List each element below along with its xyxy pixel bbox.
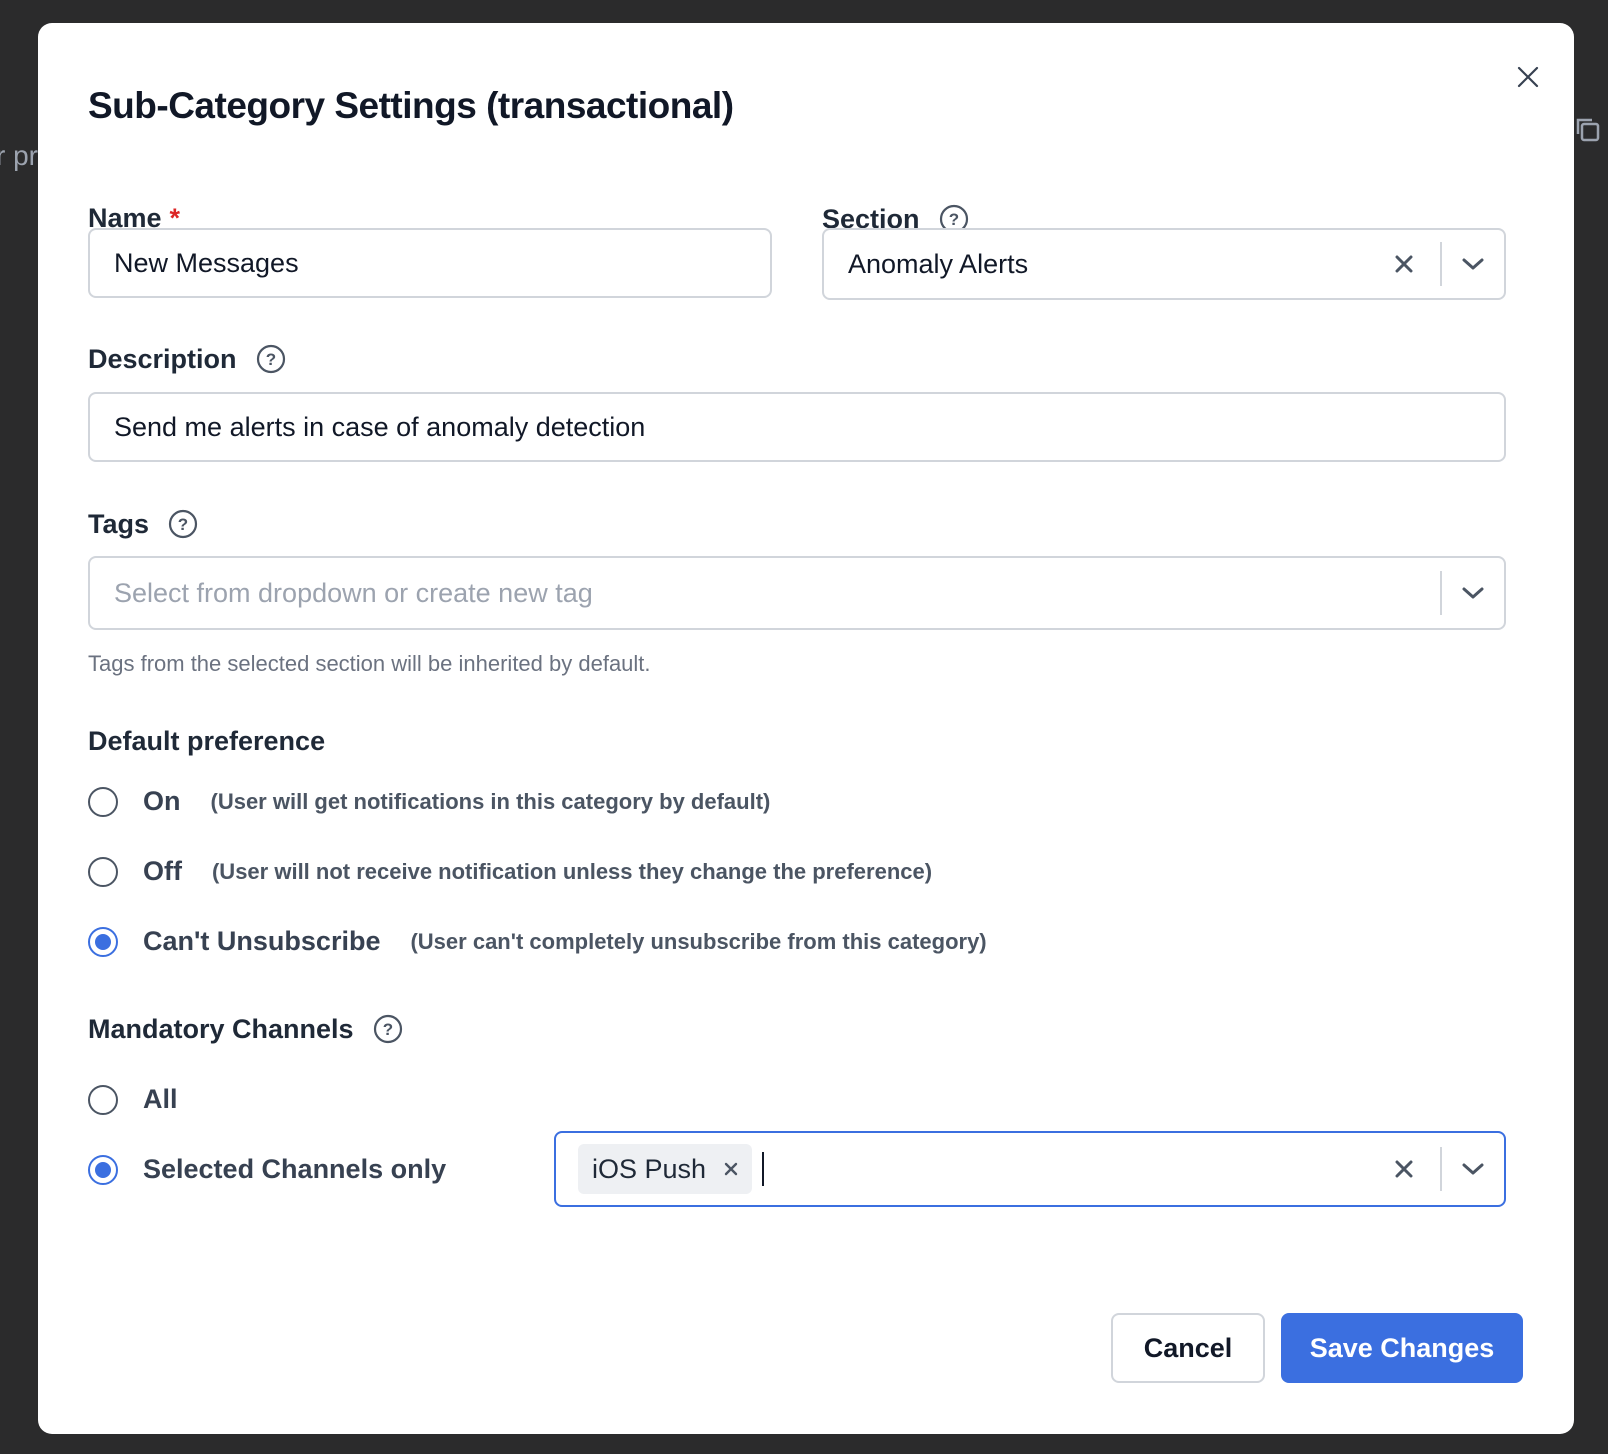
preference-option-on[interactable]: On (User will get notifications in this …: [88, 786, 770, 817]
radio-cant-unsubscribe[interactable]: [88, 926, 118, 957]
channels-clear-button[interactable]: [1368, 1133, 1440, 1205]
save-changes-button[interactable]: Save Changes: [1281, 1313, 1523, 1383]
name-input-value: New Messages: [114, 247, 299, 278]
clear-x-icon: [1395, 255, 1413, 273]
tags-hint: Tags from the selected section will be i…: [88, 651, 651, 676]
chevron-down-icon: [1462, 587, 1484, 599]
tags-label: Tags ?: [88, 508, 199, 540]
radio-selected-channels[interactable]: [88, 1154, 118, 1185]
radio-on[interactable]: [88, 786, 118, 817]
chip-remove-button[interactable]: [724, 1162, 738, 1176]
radio-all[interactable]: [88, 1084, 118, 1115]
channels-option-all[interactable]: All: [88, 1084, 178, 1115]
channel-chip: iOS Push: [578, 1144, 753, 1194]
description-label: Description ?: [88, 343, 287, 375]
description-input-value: Send me alerts in case of anomaly detect…: [114, 411, 646, 442]
channels-multiselect[interactable]: iOS Push: [554, 1131, 1506, 1207]
svg-text:?: ?: [178, 515, 188, 534]
name-input[interactable]: New Messages: [88, 228, 772, 298]
preference-option-off[interactable]: Off (User will not receive notification …: [88, 856, 932, 887]
help-icon[interactable]: ?: [372, 1013, 404, 1045]
chevron-down-icon: [1462, 1163, 1484, 1175]
section-dropdown-toggle[interactable]: [1442, 230, 1504, 298]
radio-description: (User can't completely unsubscribe from …: [410, 928, 987, 954]
radio-description: (User will get notifications in this cat…: [210, 788, 771, 814]
chevron-down-icon: [1462, 258, 1484, 270]
section-select-value: Anomaly Alerts: [848, 248, 1029, 279]
section-select[interactable]: Anomaly Alerts: [822, 228, 1506, 300]
section-clear-button[interactable]: [1368, 230, 1440, 298]
text-caret: [762, 1152, 765, 1186]
svg-text:?: ?: [265, 350, 275, 369]
help-icon[interactable]: ?: [167, 508, 199, 540]
close-button[interactable]: [1508, 57, 1548, 97]
description-input[interactable]: Send me alerts in case of anomaly detect…: [88, 392, 1506, 462]
mandatory-channels-label-text: Mandatory Channels: [88, 1013, 354, 1044]
modal-title: Sub-Category Settings (transactional): [88, 85, 734, 126]
radio-label: On: [143, 786, 181, 816]
close-icon: [1517, 66, 1539, 88]
mandatory-channels-label: Mandatory Channels ?: [88, 1013, 404, 1045]
svg-text:?: ?: [382, 1020, 392, 1039]
description-label-text: Description: [88, 343, 237, 374]
radio-label: All: [143, 1084, 178, 1114]
preference-option-cant-unsubscribe[interactable]: Can't Unsubscribe (User can't completely…: [88, 926, 987, 957]
background-page-text: r pr: [0, 140, 38, 171]
default-preference-label: Default preference: [88, 726, 325, 757]
radio-label: Selected Channels only: [143, 1154, 447, 1184]
chip-label: iOS Push: [592, 1153, 707, 1184]
channels-option-selected[interactable]: Selected Channels only: [88, 1154, 446, 1185]
tags-placeholder: Select from dropdown or create new tag: [114, 577, 593, 608]
radio-off[interactable]: [88, 856, 118, 887]
help-icon[interactable]: ?: [255, 343, 287, 375]
tags-select[interactable]: Select from dropdown or create new tag: [88, 556, 1506, 630]
remove-x-icon: [724, 1162, 738, 1176]
clear-x-icon: [1395, 1160, 1413, 1178]
tags-label-text: Tags: [88, 508, 150, 539]
copy-icon: [1576, 118, 1600, 142]
cancel-button[interactable]: Cancel: [1111, 1313, 1265, 1383]
radio-description: (User will not receive notification unle…: [211, 858, 933, 884]
svg-text:?: ?: [948, 210, 958, 229]
default-preference-label-text: Default preference: [88, 726, 326, 756]
channels-dropdown-toggle[interactable]: [1442, 1133, 1504, 1205]
sub-category-settings-modal: Sub-Category Settings (transactional) Na…: [38, 23, 1574, 1434]
radio-label: Off: [143, 856, 182, 886]
tags-dropdown-toggle[interactable]: [1442, 558, 1504, 628]
radio-label: Can't Unsubscribe: [143, 926, 381, 956]
